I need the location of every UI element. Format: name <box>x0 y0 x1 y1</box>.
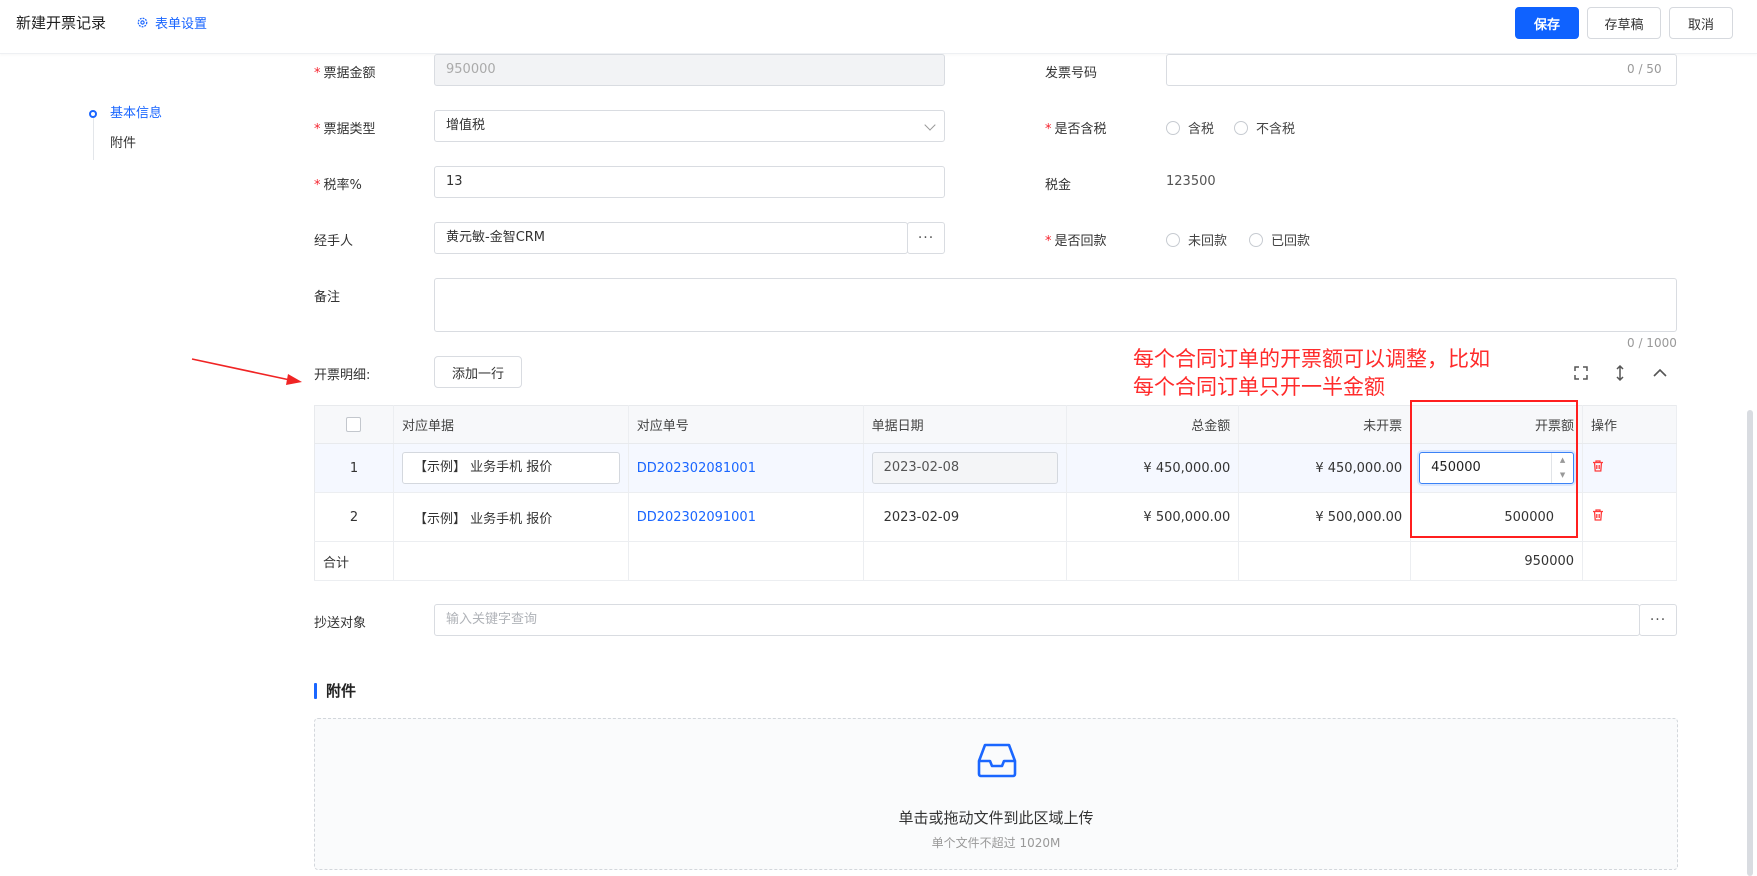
row-index: 2 <box>314 492 394 542</box>
radio-tax-incl[interactable]: 含税 <box>1166 118 1214 137</box>
table-total-row: 合计 950000 <box>314 541 1677 581</box>
row-ops-cell <box>1582 492 1677 542</box>
total-label: 合计 <box>314 541 394 581</box>
highlight-box-annotation <box>1410 400 1578 538</box>
section-accent-bar <box>314 682 317 699</box>
nav-item-label: 基本信息 <box>110 106 163 121</box>
page-scrollbar[interactable] <box>1747 410 1753 876</box>
cc-label: 抄送对象 <box>314 616 367 631</box>
handler-label: 经手人 <box>314 234 354 249</box>
radio-circle-icon <box>1234 120 1248 135</box>
page-header: 新建开票记录 表单设置 保存 存草稿 取消 <box>0 0 1757 54</box>
annotation-note: 每个合同订单的开票额可以调整，比如 每个合同订单只开一半金额 <box>1133 347 1490 399</box>
more-icon: ··· <box>917 230 935 246</box>
inbox-icon <box>977 743 1017 778</box>
handler-field[interactable]: 黄元敏-金智CRM <box>434 222 908 254</box>
chevron-up-icon[interactable] <box>1651 364 1669 382</box>
col-header-date: 单据日期 <box>863 405 1068 444</box>
paid-label: * 是否回款 <box>1045 234 1107 249</box>
delete-icon[interactable] <box>1591 508 1605 522</box>
red-arrow-annotation <box>191 358 302 385</box>
type-select[interactable]: 增值税 <box>434 110 945 142</box>
tax-label: 税金 <box>1045 178 1072 193</box>
section-nav: 基本信息 附件 <box>89 102 163 162</box>
tax-incl-label: * 是否含税 <box>1045 122 1107 137</box>
invoice-no-label: 发票号码 <box>1045 66 1098 81</box>
upload-hint: 单个文件不超过 1020M <box>931 836 1061 850</box>
row-doc-no-link[interactable]: DD202302091001 <box>637 510 756 525</box>
radio-circle-icon <box>1166 232 1180 247</box>
more-icon: ··· <box>1649 612 1667 628</box>
radio-circle-icon <box>1166 120 1180 135</box>
nav-item-basic-info[interactable]: 基本信息 <box>89 102 163 132</box>
type-select-value: 增值税 <box>446 118 486 133</box>
row-unbilled: ¥ 450,000.00 <box>1238 443 1412 493</box>
amount-field: 950000 <box>434 54 945 86</box>
col-header-doc: 对应单据 <box>393 405 629 444</box>
select-all-cell <box>314 405 394 444</box>
col-header-ops: 操作 <box>1582 405 1677 444</box>
radio-circle-icon <box>1249 232 1263 247</box>
gear-icon <box>137 17 148 28</box>
select-all-checkbox[interactable] <box>346 417 362 432</box>
row-ops-cell <box>1582 443 1677 493</box>
save-draft-button[interactable]: 存草稿 <box>1587 7 1661 39</box>
upload-text: 单击或拖动文件到此区域上传 <box>898 809 1094 827</box>
cc-picker-button[interactable]: ··· <box>1639 604 1677 636</box>
row-doc-field[interactable]: 【示例】 业务手机 报价 <box>401 452 620 484</box>
save-button[interactable]: 保存 <box>1515 7 1579 39</box>
handler-picker-button[interactable]: ··· <box>907 222 945 254</box>
row-unbilled: ¥ 500,000.00 <box>1238 492 1412 542</box>
remark-counter: 0 / 1000 <box>1627 336 1677 350</box>
delete-icon[interactable] <box>1591 459 1605 473</box>
add-row-button[interactable]: 添加一行 <box>434 356 522 388</box>
remark-label: 备注 <box>314 290 341 305</box>
col-header-total: 总金额 <box>1066 405 1240 444</box>
tax-value: 123500 <box>1166 174 1216 189</box>
page-title: 新建开票记录 <box>16 14 107 32</box>
type-label: * 票据类型 <box>314 122 376 137</box>
row-date-field: 2023-02-08 <box>871 452 1059 484</box>
form-settings-link[interactable]: 表单设置 <box>136 13 207 32</box>
radio-unpaid[interactable]: 未回款 <box>1166 230 1227 249</box>
nav-divider <box>93 118 94 160</box>
row-height-icon[interactable] <box>1611 364 1629 382</box>
radio-paid[interactable]: 已回款 <box>1249 230 1310 249</box>
row-date-text: 2023-02-09 <box>863 492 1068 542</box>
fullscreen-icon[interactable] <box>1572 364 1590 382</box>
upload-dropzone[interactable]: 单击或拖动文件到此区域上传 单个文件不超过 1020M <box>314 718 1678 870</box>
row-doc-text: 【示例】 业务手机 报价 <box>393 492 629 542</box>
active-dot-icon <box>89 110 97 118</box>
row-index: 1 <box>314 443 394 493</box>
nav-item-attachments[interactable]: 附件 <box>92 132 162 162</box>
remark-textarea[interactable] <box>434 278 1677 332</box>
attachments-section-title: 附件 <box>314 680 356 701</box>
amount-label: * 票据金额 <box>314 66 376 81</box>
rate-label: * 税率% <box>314 178 362 193</box>
details-label: 开票明细: <box>314 368 371 383</box>
cc-search-input[interactable]: 输入关键字查询 <box>434 604 1640 636</box>
rate-field[interactable]: 13 <box>434 166 945 198</box>
form-settings-label: 表单设置 <box>155 17 208 32</box>
cancel-button[interactable]: 取消 <box>1669 7 1733 39</box>
row-total: ¥ 450,000.00 <box>1066 443 1240 493</box>
col-header-unbilled: 未开票 <box>1238 405 1412 444</box>
nav-item-label: 附件 <box>110 136 137 151</box>
radio-tax-excl[interactable]: 不含税 <box>1234 118 1295 137</box>
total-value: 950000 <box>1410 541 1584 581</box>
invoice-no-field[interactable] <box>1166 54 1677 86</box>
row-doc-no-link[interactable]: DD202302081001 <box>637 461 756 476</box>
invoice-no-counter: 0 / 50 <box>1627 62 1662 76</box>
row-total: ¥ 500,000.00 <box>1066 492 1240 542</box>
col-header-doc-no: 对应单号 <box>628 405 864 444</box>
chevron-down-icon <box>924 119 936 131</box>
